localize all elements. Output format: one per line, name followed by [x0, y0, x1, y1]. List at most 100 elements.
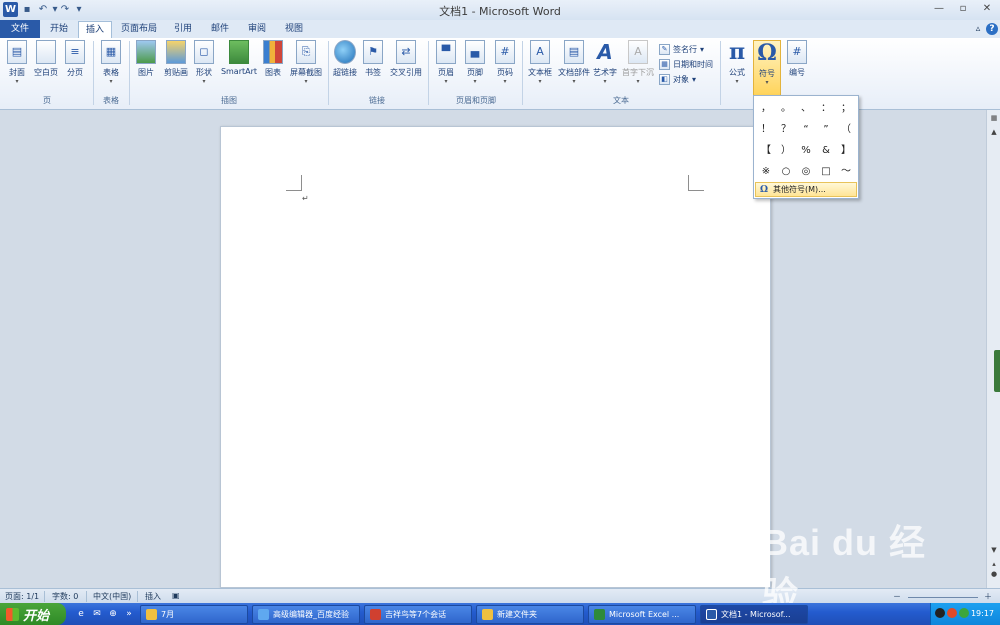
table-button[interactable]: ▦ 表格 ▾ [97, 40, 125, 95]
header-button[interactable]: ▀ 页眉 ▾ [433, 40, 459, 95]
margin-corner-top-right [688, 175, 704, 191]
symbol-cell[interactable]: “ [796, 119, 816, 140]
collapse-ribbon-icon[interactable]: ▵ [972, 23, 984, 35]
tab-mailings[interactable]: 邮件 [203, 21, 237, 38]
more-symbols-item[interactable]: Ω 其他符号(M)... [755, 182, 857, 197]
shield-icon[interactable] [959, 608, 969, 618]
paragraph-mark: ↵ [302, 194, 309, 203]
wordart-button[interactable]: A 艺术字 ▾ [592, 40, 618, 95]
symbol-cell[interactable]: ， [756, 98, 776, 119]
symbol-cell[interactable]: 。 [776, 98, 796, 119]
cover-page-icon: ▤ [7, 40, 27, 64]
qq-icon[interactable] [935, 608, 945, 618]
zoom-slider[interactable] [908, 591, 978, 598]
symbol-cell[interactable]: ※ [756, 161, 776, 182]
textbox-button[interactable]: A 文本框 ▾ [525, 40, 555, 95]
minimize-button[interactable]: — [928, 1, 950, 17]
mail-icon[interactable]: ✉ [90, 607, 104, 621]
symbol-cell[interactable]: 】 [836, 140, 856, 161]
scroll-down-icon[interactable]: ▼ [988, 544, 1000, 556]
clock[interactable]: 19:17 [971, 609, 994, 618]
scroll-up-icon[interactable]: ▲ [988, 126, 1000, 138]
task-excel[interactable]: Microsoft Excel ... [588, 605, 696, 624]
object-button[interactable]: ◧ 对象 ▾ [659, 72, 696, 86]
page-break-button[interactable]: ≡ 分页 [62, 40, 88, 95]
task-7yue[interactable]: 7月 [140, 605, 248, 624]
symbol-cell[interactable]: □ [816, 161, 836, 182]
number-button[interactable]: # 编号 [784, 40, 810, 95]
equation-button[interactable]: π 公式 ▾ [724, 40, 750, 95]
folder-icon [146, 609, 157, 620]
page-count[interactable]: 页面: 1/1 [5, 591, 39, 602]
ruler-toggle-icon[interactable]: ▦ [988, 112, 1000, 124]
page-number-button[interactable]: # 页码 ▾ [492, 40, 518, 95]
blank-page-button[interactable]: 空白页 [31, 40, 61, 95]
status-bar: 页面: 1/1 字数: 0 中文(中国) 插入 ▣ － ＋ [0, 588, 1000, 603]
security-icon[interactable] [947, 608, 957, 618]
page-number-icon: # [495, 40, 515, 64]
date-time-button[interactable]: ▦ 日期和时间 [659, 57, 713, 71]
task-baidu-editor[interactable]: 高级编辑器_百度经验 [252, 605, 360, 624]
task-word[interactable]: 文档1 - Microsof... [700, 605, 808, 624]
symbol-cell[interactable]: ： [816, 98, 836, 119]
symbol-cell[interactable]: ？ [776, 119, 796, 140]
symbol-grid: ，。、：； ！？ “” （ 【）% &】 ※ ○ ◎ □ ～ [756, 98, 857, 182]
side-tab[interactable] [994, 350, 1000, 392]
help-icon[interactable]: ? [986, 23, 998, 35]
drop-cap-button[interactable]: A 首字下沉 ▾ [620, 40, 656, 95]
start-button[interactable]: 开始 [0, 603, 66, 625]
group-label-text: 文本 [613, 96, 629, 105]
tab-home[interactable]: 开始 [42, 21, 76, 38]
symbol-cell[interactable]: % [796, 140, 816, 161]
tab-page-layout[interactable]: 页面布局 [115, 21, 163, 38]
symbol-cell[interactable]: ！ [756, 119, 776, 140]
media-icon[interactable]: ⊕ [106, 607, 120, 621]
screenshot-button[interactable]: ⎘ 屏幕截图 ▾ [287, 40, 325, 95]
language-indicator[interactable]: 中文(中国) [93, 591, 131, 602]
footer-button[interactable]: ▄ 页脚 ▾ [462, 40, 488, 95]
page-break-icon: ≡ [65, 40, 85, 64]
shapes-button[interactable]: ◻ 形状 ▾ [192, 40, 216, 95]
symbol-cell[interactable]: ） [776, 140, 796, 161]
macro-record-icon[interactable]: ▣ [172, 591, 180, 602]
symbol-cell[interactable]: 、 [796, 98, 816, 119]
tab-insert[interactable]: 插入 [78, 21, 112, 39]
tab-review[interactable]: 审阅 [240, 21, 274, 38]
browse-object-icon[interactable]: ● [988, 568, 1000, 580]
zoom-in-button[interactable]: ＋ [984, 591, 992, 602]
symbol-cell[interactable]: ◎ [796, 161, 816, 182]
chart-button[interactable]: 图表 [261, 40, 285, 95]
tab-view[interactable]: 视图 [277, 21, 311, 38]
bookmark-button[interactable]: ⚑ 书签 [362, 40, 384, 95]
signature-line-button[interactable]: ✎ 签名行 ▾ [659, 42, 704, 56]
symbol-cell[interactable]: ； [836, 98, 856, 119]
cross-reference-button[interactable]: ⇄ 交叉引用 [388, 40, 424, 95]
symbol-cell[interactable]: 【 [756, 140, 776, 161]
zoom-out-button[interactable]: － [893, 591, 901, 602]
quicklaunch-chevron-icon[interactable]: » [122, 607, 136, 621]
symbol-cell[interactable]: ○ [776, 161, 796, 182]
tab-file[interactable]: 文件 [0, 20, 40, 38]
vertical-scrollbar[interactable]: ▦ ▲ ▼ ▴ ● [986, 110, 1000, 588]
symbol-cell[interactable]: ～ [836, 161, 856, 182]
quick-parts-button[interactable]: ▤ 文档部件 ▾ [556, 40, 592, 95]
insert-mode[interactable]: 插入 [145, 591, 161, 602]
cover-page-button[interactable]: ▤ 封面 ▾ [4, 40, 30, 95]
word-count[interactable]: 字数: 0 [52, 591, 78, 602]
tab-references[interactable]: 引用 [166, 21, 200, 38]
smartart-button[interactable]: SmartArt [219, 40, 259, 95]
close-button[interactable]: ✕ [976, 1, 998, 17]
picture-button[interactable]: 图片 [133, 40, 159, 95]
omega-icon: Ω [757, 40, 777, 66]
restore-button[interactable]: ▫ [952, 1, 974, 17]
symbol-cell[interactable]: & [816, 140, 836, 161]
header-icon: ▀ [436, 40, 456, 64]
clipart-button[interactable]: 剪贴画 [161, 40, 191, 95]
symbol-cell[interactable]: （ [836, 119, 856, 140]
hyperlink-button[interactable]: 超链接 [330, 40, 360, 95]
symbol-cell[interactable]: ” [816, 119, 836, 140]
ie-icon[interactable]: e [74, 607, 88, 621]
symbol-button[interactable]: Ω 符号 ▾ [753, 40, 781, 96]
task-new-folder[interactable]: 新建文件夹 [476, 605, 584, 624]
task-chat[interactable]: 吉祥鸟等7个会话 [364, 605, 472, 624]
